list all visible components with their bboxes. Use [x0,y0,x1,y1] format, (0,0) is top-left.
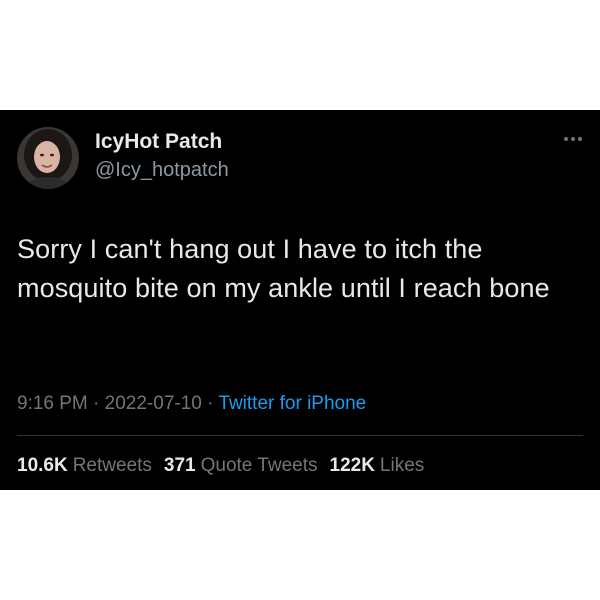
tweet-stats: 10.6K Retweets 371 Quote Tweets 122K Likes [17,455,424,477]
dot [571,137,575,141]
likes-label: Likes [379,455,425,476]
quote-tweets-stat[interactable]: 371 Quote Tweets [164,455,318,477]
avatar-image [17,127,79,189]
meta-separator: · [207,393,219,414]
dot [564,137,568,141]
more-horizontal-icon[interactable] [564,134,588,144]
retweets-count: 10.6K [17,455,68,476]
tweet-source-link[interactable]: Twitter for iPhone [218,393,366,414]
tweet-time[interactable]: 9:16 PM [17,393,88,414]
retweets-label: Retweets [72,455,152,476]
retweets-stat[interactable]: 10.6K Retweets [17,455,152,477]
dot [578,137,582,141]
tweet-date[interactable]: 2022-07-10 [105,393,202,414]
divider [17,435,583,436]
tweet-meta: 9:16 PM · 2022-07-10 · Twitter for iPhon… [17,393,366,415]
avatar[interactable] [17,127,79,189]
user-handle[interactable]: @Icy_hotpatch [95,159,229,182]
display-name[interactable]: IcyHot Patch [95,130,222,154]
page: IcyHot Patch @Icy_hotpatch Sorry I can't… [0,0,600,600]
likes-stat[interactable]: 122K Likes [330,455,425,477]
tweet-card: IcyHot Patch @Icy_hotpatch Sorry I can't… [0,110,600,490]
tweet-text: Sorry I can't hang out I have to itch th… [17,234,550,303]
quote-tweets-label: Quote Tweets [200,455,318,476]
quote-tweets-count: 371 [163,455,196,476]
meta-separator: · [93,393,105,414]
likes-count: 122K [329,455,375,476]
